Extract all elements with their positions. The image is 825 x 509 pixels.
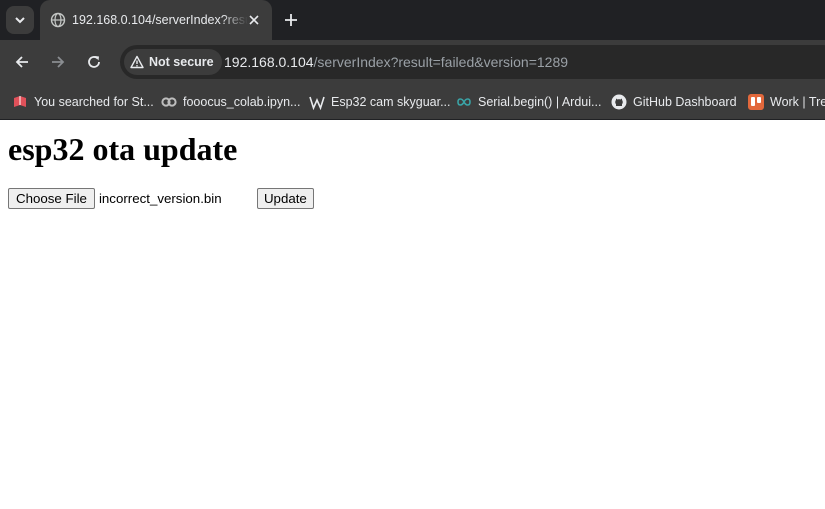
bookmark-label: You searched for St... bbox=[34, 95, 154, 109]
reload-icon bbox=[88, 56, 100, 68]
bookmark-item[interactable]: fooocus_colab.ipyn... bbox=[161, 92, 300, 112]
bookmark-label: Serial.begin() | Ardui... bbox=[478, 95, 602, 109]
tab-title: 192.168.0.104/serverIndex?result=failed&… bbox=[72, 13, 248, 27]
upload-form: Choose File incorrect_version.bin Update bbox=[8, 187, 314, 209]
bookmark-label: Esp32 cam skyguar... bbox=[331, 95, 451, 109]
selected-file-name: incorrect_version.bin bbox=[98, 190, 222, 206]
github-icon bbox=[611, 94, 627, 110]
bookmark-item[interactable]: Serial.begin() | Ardui... bbox=[456, 92, 601, 112]
plus-icon bbox=[285, 14, 297, 26]
bookmark-label: GitHub Dashboard bbox=[633, 95, 737, 109]
arrow-right-icon bbox=[52, 56, 65, 68]
close-icon bbox=[249, 15, 259, 25]
bookmarks-bar: You searched for St... fooocus_colab.ipy… bbox=[0, 84, 825, 120]
bookmark-label: fooocus_colab.ipyn... bbox=[183, 95, 301, 109]
url-text[interactable]: 192.168.0.104/serverIndex?result=failed&… bbox=[224, 54, 568, 70]
choose-file-button[interactable]: Choose File bbox=[8, 187, 95, 209]
active-tab[interactable]: 192.168.0.104/serverIndex?result=failed&… bbox=[40, 0, 272, 40]
warning-triangle-icon bbox=[130, 55, 144, 69]
bookmark-item[interactable]: GitHub Dashboard bbox=[611, 92, 737, 112]
bookmark-item[interactable]: Esp32 cam skyguar... bbox=[309, 92, 451, 112]
security-label: Not secure bbox=[149, 55, 214, 69]
wordpress-icon bbox=[309, 94, 325, 110]
security-chip[interactable]: Not secure bbox=[124, 49, 222, 75]
bookmark-item[interactable]: You searched for St... bbox=[12, 92, 154, 112]
chevron-down-icon bbox=[15, 17, 25, 24]
update-button[interactable]: Update bbox=[256, 187, 314, 209]
bookmark-item[interactable]: Work | Trel bbox=[748, 92, 825, 112]
back-button[interactable] bbox=[12, 52, 32, 72]
tab-strip: 192.168.0.104/serverIndex?result=failed&… bbox=[0, 0, 825, 40]
forward-button[interactable] bbox=[48, 52, 68, 72]
tab-search-button[interactable] bbox=[6, 6, 34, 34]
reload-button[interactable] bbox=[84, 52, 104, 72]
arduino-icon bbox=[456, 94, 472, 110]
page-title: esp32 ota update bbox=[8, 131, 238, 167]
address-bar[interactable]: Not secure 192.168.0.104/serverIndex?res… bbox=[120, 45, 825, 79]
arrow-left-icon bbox=[15, 56, 28, 68]
bookmark-label: Work | Trel bbox=[770, 95, 825, 109]
globe-icon bbox=[50, 12, 66, 28]
browser-toolbar: Not secure 192.168.0.104/serverIndex?res… bbox=[0, 40, 825, 84]
colab-icon bbox=[161, 94, 177, 110]
url-path: /serverIndex?result=failed&version=1289 bbox=[313, 54, 569, 70]
tab-close-button[interactable] bbox=[246, 12, 262, 28]
url-host: 192.168.0.104 bbox=[224, 54, 314, 70]
new-tab-button[interactable] bbox=[282, 11, 300, 29]
book-icon bbox=[12, 94, 28, 110]
trello-icon bbox=[748, 94, 764, 110]
page-content: esp32 ota update Choose File incorrect_v… bbox=[0, 120, 825, 509]
